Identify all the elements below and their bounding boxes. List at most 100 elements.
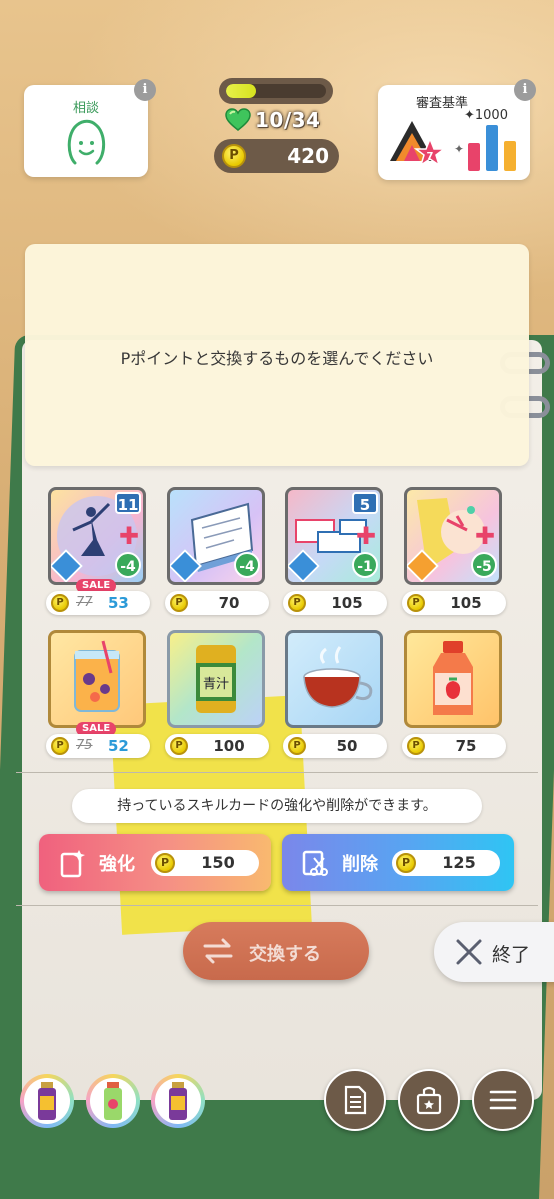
upgrade-cost: P 150 (151, 850, 259, 876)
delete-cost-value: 125 (442, 853, 476, 872)
delete-cost: P 125 (392, 850, 500, 876)
menu-button[interactable] (472, 1069, 534, 1131)
card-level-badge: 11 (115, 492, 141, 514)
stamina-fill (226, 84, 256, 98)
criteria-rank: 7 (427, 151, 434, 162)
deck-list-button[interactable] (324, 1069, 386, 1131)
price-pill: P 50 (283, 734, 387, 758)
smoothie-bottle-icon (433, 641, 473, 715)
drink-slot-1[interactable] (20, 1074, 74, 1128)
menu-icon (489, 1090, 517, 1110)
price-pill: P 75 52 (46, 734, 150, 758)
price: 50 (336, 737, 358, 755)
drink-image (48, 630, 146, 728)
card-cost-badge: -1 (352, 552, 378, 578)
p-coin-icon: P (170, 594, 188, 612)
heart-icon (225, 108, 251, 131)
price: 75 (455, 737, 477, 755)
price: 105 (331, 594, 363, 612)
card-cost-badge: -5 (471, 552, 497, 578)
delete-button[interactable]: 削除 P 125 (282, 834, 514, 891)
shop-item-card-1[interactable]: 11 ✚ -4 SALE P 77 53 (46, 487, 166, 623)
tea-cup-icon (303, 646, 373, 708)
skill-card-description: 持っているスキルカードの強化や削除ができます。 (72, 789, 482, 823)
drink-slot-3[interactable] (151, 1074, 205, 1128)
delete-label: 削除 (342, 854, 378, 875)
p-coin-icon: P (222, 144, 246, 168)
stamina-text: 10/34 (255, 108, 321, 132)
exchange-button[interactable]: 交換する (183, 922, 369, 980)
divider (16, 905, 538, 906)
fruit-tea-icon (74, 640, 120, 712)
energy-drink-icon (169, 1082, 187, 1120)
p-coin-icon: P (288, 737, 306, 755)
points-display: P 420 (214, 139, 339, 173)
price: 100 (213, 737, 245, 755)
p-coin-icon: P (396, 853, 416, 873)
consult-face-icon (67, 119, 106, 165)
price-pill: P 77 53 (46, 591, 150, 615)
shop-item-card-3[interactable]: 5 ✚ -1 P 105 (283, 487, 403, 623)
shop-item-card-4[interactable]: ✚ -5 P 105 (402, 487, 522, 623)
p-coin-icon: P (155, 853, 175, 873)
price-pill: P 105 (402, 591, 506, 615)
p-coin-icon: P (407, 594, 425, 612)
shop-item-card-2[interactable]: -4 P 70 (165, 487, 285, 623)
upgrade-card-icon (60, 850, 85, 878)
green-juice-can-icon: 青汁 (196, 645, 236, 713)
end-label: 終了 (492, 944, 531, 966)
criteria-chart-icon: 7 ✦ (390, 121, 516, 171)
delete-card-icon (302, 850, 328, 876)
message-text: Pポイントと交換するものを選んでください (120, 349, 434, 368)
consult-info-icon[interactable]: i (134, 79, 156, 101)
stamina-display: 10/34 (225, 108, 320, 132)
p-coin-icon: P (51, 594, 69, 612)
bag-icon (416, 1086, 442, 1115)
drink-image: 青汁 (167, 630, 265, 728)
card-image: -4 (167, 487, 265, 585)
shop-item-drink-2[interactable]: 青汁 P 100 (165, 630, 285, 766)
card-image: ✚ -5 (404, 487, 502, 585)
card-image: 5 ✚ -1 (285, 487, 383, 585)
items-button[interactable] (398, 1069, 460, 1131)
price: 105 (450, 594, 482, 612)
p-coin-icon: P (51, 737, 69, 755)
drink-image (404, 630, 502, 728)
points-value: 420 (287, 144, 329, 168)
fruit-drink-icon (104, 1082, 122, 1120)
card-cost-badge: -4 (115, 552, 141, 578)
energy-drink-icon (38, 1082, 56, 1120)
plus-icon: ✚ (355, 522, 376, 550)
upgrade-label: 強化 (99, 854, 135, 875)
upgrade-button[interactable]: 強化 P 150 (39, 834, 271, 891)
shop-item-drink-3[interactable]: P 50 (283, 630, 403, 766)
document-icon (344, 1085, 367, 1115)
drink-image (285, 630, 383, 728)
price-pill: P 100 (165, 734, 269, 758)
divider (16, 772, 538, 773)
svg-text:✦: ✦ (454, 142, 464, 156)
p-coin-icon: P (288, 594, 306, 612)
sale-price: 52 (108, 737, 129, 755)
old-price: 75 (76, 738, 93, 753)
p-coin-icon: P (407, 737, 425, 755)
criteria-info-icon[interactable]: i (514, 79, 536, 101)
old-price: 77 (76, 595, 93, 610)
plus-icon: ✚ (118, 522, 139, 550)
criteria-button[interactable]: 審査基準 ✦1000 7 ✦ i (378, 79, 536, 180)
p-coin-icon: P (170, 737, 188, 755)
consult-button[interactable]: 相談 i (24, 79, 156, 177)
sale-price: 53 (108, 594, 129, 612)
card-image: 11 ✚ -4 (48, 487, 146, 585)
upgrade-cost-value: 150 (201, 853, 235, 872)
can-label: 青汁 (203, 677, 229, 692)
message-panel: Pポイントと交換するものを選んでください (25, 244, 529, 466)
close-icon (456, 939, 482, 965)
shop-item-drink-4[interactable]: P 75 (402, 630, 522, 766)
exchange-label: 交換する (249, 944, 321, 965)
price-pill: P 105 (283, 591, 387, 615)
plus-icon: ✚ (474, 522, 495, 550)
drink-slot-2[interactable] (86, 1074, 140, 1128)
shop-item-drink-1[interactable]: SALE P 75 52 (46, 630, 166, 766)
end-button[interactable]: 終了 (434, 922, 554, 982)
